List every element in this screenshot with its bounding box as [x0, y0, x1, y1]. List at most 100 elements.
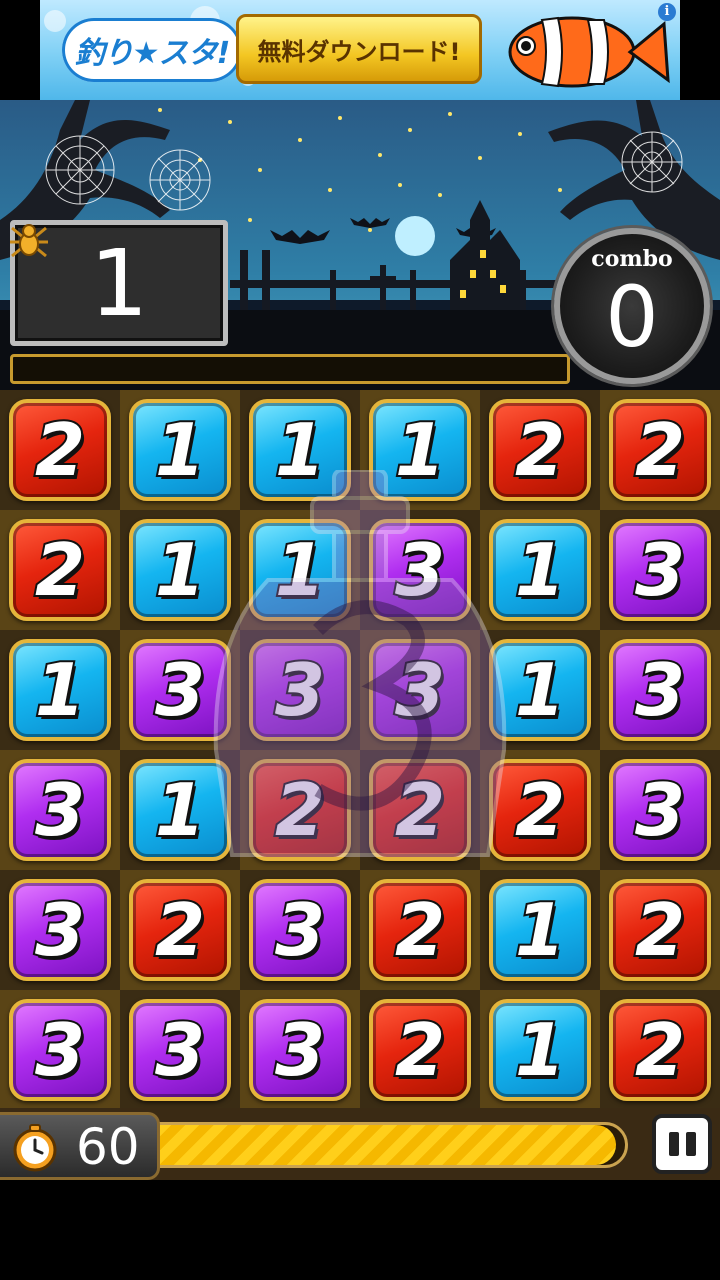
tile-1[interactable]: 1	[369, 399, 471, 501]
tile-number: 2	[393, 886, 447, 974]
board-cell: 2	[0, 390, 120, 510]
board-cell: 2	[360, 990, 480, 1110]
ad-banner[interactable]: 釣り★スタ! 無料ダウンロード! i	[40, 0, 680, 100]
tile-3[interactable]: 3	[369, 639, 471, 741]
clock-icon	[13, 1124, 57, 1172]
board-cell: 1	[120, 390, 240, 510]
tile-2[interactable]: 2	[489, 399, 591, 501]
tile-number: 2	[513, 766, 567, 854]
pause-icon	[668, 1132, 679, 1156]
tile-3[interactable]: 3	[9, 879, 111, 981]
board-cell: 2	[600, 990, 720, 1110]
time-bar-fill	[157, 1125, 616, 1165]
tile-2[interactable]: 2	[489, 759, 591, 861]
tile-number: 3	[273, 646, 327, 734]
board-cell: 3	[0, 990, 120, 1110]
combo-dial: combo 0	[554, 228, 710, 384]
board-cell: 3	[240, 630, 360, 750]
tile-2[interactable]: 2	[609, 399, 711, 501]
tile-number: 2	[33, 526, 87, 614]
tile-1[interactable]: 1	[129, 759, 231, 861]
puzzle-board[interactable]: 211122211313133313312223323212333212	[0, 390, 720, 1110]
tile-3[interactable]: 3	[129, 999, 231, 1101]
tile-number: 3	[273, 1006, 327, 1094]
tile-number: 2	[153, 886, 207, 974]
board-cell: 1	[360, 390, 480, 510]
board-cell: 1	[120, 510, 240, 630]
tile-number: 3	[393, 526, 447, 614]
board-cell: 2	[360, 870, 480, 990]
tile-number: 2	[273, 766, 327, 854]
spider-icon	[10, 224, 48, 258]
bubble-decor	[44, 10, 66, 32]
board-cell: 2	[360, 750, 480, 870]
time-bar	[154, 1122, 628, 1168]
tile-3[interactable]: 3	[369, 519, 471, 621]
board-cell: 1	[240, 390, 360, 510]
board-cell: 3	[600, 630, 720, 750]
tile-2[interactable]: 2	[369, 879, 471, 981]
tile-2[interactable]: 2	[129, 879, 231, 981]
tile-number: 3	[633, 766, 687, 854]
tile-2[interactable]: 2	[249, 759, 351, 861]
tile-number: 3	[33, 886, 87, 974]
tile-3[interactable]: 3	[609, 759, 711, 861]
tile-number: 1	[273, 406, 327, 494]
tile-number: 1	[153, 766, 207, 854]
board-cell: 3	[600, 510, 720, 630]
tile-1[interactable]: 1	[129, 399, 231, 501]
tile-number: 3	[273, 886, 327, 974]
tile-1[interactable]: 1	[9, 639, 111, 741]
tile-3[interactable]: 3	[609, 639, 711, 741]
tile-3[interactable]: 3	[9, 759, 111, 861]
tile-1[interactable]: 1	[489, 519, 591, 621]
combo-value: 0	[605, 268, 659, 366]
tile-3[interactable]: 3	[249, 879, 351, 981]
tile-3[interactable]: 3	[249, 999, 351, 1101]
tile-1[interactable]: 1	[489, 999, 591, 1101]
tile-number: 3	[153, 1006, 207, 1094]
board-cell: 2	[480, 390, 600, 510]
tile-number: 2	[33, 406, 87, 494]
tile-1[interactable]: 1	[249, 399, 351, 501]
tile-1[interactable]: 1	[489, 879, 591, 981]
tile-2[interactable]: 2	[609, 879, 711, 981]
ad-info-icon[interactable]: i	[658, 3, 676, 21]
board-cell: 1	[480, 990, 600, 1110]
board-cell: 2	[120, 870, 240, 990]
stars-decor	[158, 108, 562, 232]
board-cell: 3	[120, 630, 240, 750]
board-cell: 3	[120, 990, 240, 1110]
tile-number: 1	[33, 646, 87, 734]
tile-2[interactable]: 2	[609, 999, 711, 1101]
board-cell: 3	[360, 510, 480, 630]
pause-button[interactable]	[652, 1114, 712, 1174]
tile-3[interactable]: 3	[129, 639, 231, 741]
haunted-house-icon	[450, 200, 520, 310]
tile-2[interactable]: 2	[369, 999, 471, 1101]
board-cell: 3	[0, 870, 120, 990]
timer-panel: 60	[0, 1112, 160, 1180]
moon-icon	[395, 216, 435, 256]
board-cell: 2	[600, 390, 720, 510]
tile-1[interactable]: 1	[129, 519, 231, 621]
tile-2[interactable]: 2	[369, 759, 471, 861]
board-cell: 1	[480, 510, 600, 630]
board-cell: 1	[240, 510, 360, 630]
board-cell: 2	[240, 750, 360, 870]
tile-number: 1	[393, 406, 447, 494]
tile-1[interactable]: 1	[249, 519, 351, 621]
tile-number: 2	[393, 766, 447, 854]
tile-2[interactable]: 2	[9, 519, 111, 621]
tile-3[interactable]: 3	[9, 999, 111, 1101]
board-cell: 2	[600, 870, 720, 990]
tile-number: 3	[153, 646, 207, 734]
tile-number: 2	[633, 1006, 687, 1094]
tile-3[interactable]: 3	[609, 519, 711, 621]
tile-1[interactable]: 1	[489, 639, 591, 741]
ad-download-button[interactable]: 無料ダウンロード!	[236, 14, 482, 84]
board-cell: 1	[0, 630, 120, 750]
tile-3[interactable]: 3	[249, 639, 351, 741]
tile-number: 1	[513, 526, 567, 614]
tile-2[interactable]: 2	[9, 399, 111, 501]
